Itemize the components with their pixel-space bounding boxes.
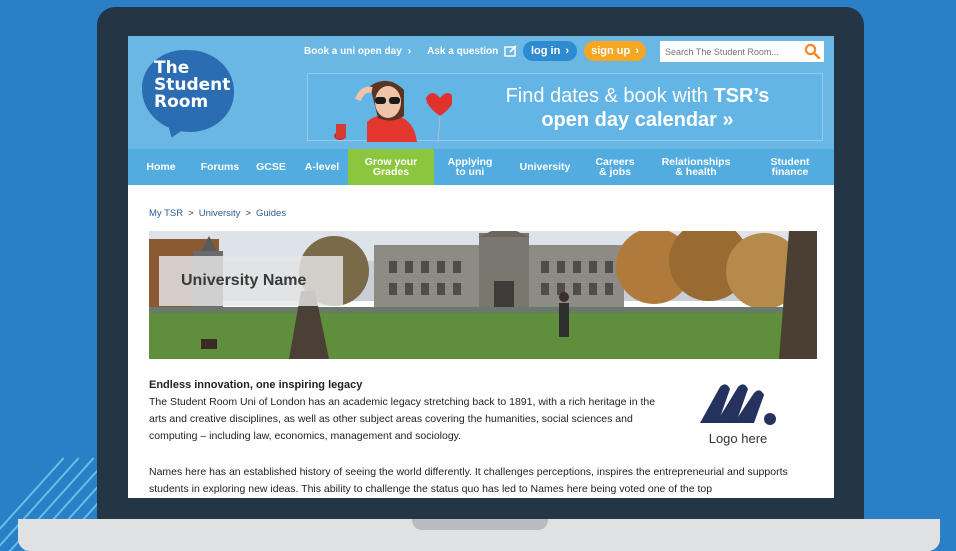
breadcrumb-my-tsr[interactable]: My TSR (149, 208, 183, 219)
edit-icon (504, 45, 517, 57)
hero-title: University Name (159, 256, 343, 306)
nav-relationships-health[interactable]: Relationships & health (646, 149, 746, 185)
nav-applying-to-uni[interactable]: Applying to uni (434, 149, 506, 185)
site-logo[interactable]: The Student Room (154, 60, 230, 111)
breadcrumb-separator: > (245, 208, 251, 219)
university-logo: Logo here (698, 381, 788, 451)
search-input[interactable] (665, 46, 803, 57)
login-button[interactable]: log in › (523, 41, 577, 61)
breadcrumb: My TSR > University > Guides (149, 208, 286, 219)
section-heading: Endless innovation, one inspiring legacy (149, 379, 363, 391)
nav-forums[interactable]: Forums (194, 149, 246, 185)
banner-line-1: Find dates & book with (505, 85, 714, 107)
banner-illustration (334, 80, 452, 142)
nav-university[interactable]: University (506, 149, 584, 185)
banner-brand: TSR’s (713, 85, 770, 107)
nav-grow-your-grades[interactable]: Grow your Grades (348, 149, 434, 185)
second-paragraph: Names here has an established history of… (149, 466, 788, 495)
chevron-right-icon: › (407, 45, 412, 57)
ask-question-label: Ask a question (427, 45, 499, 57)
search-icon[interactable] (804, 43, 820, 59)
breadcrumb-guides[interactable]: Guides (256, 208, 286, 219)
nav-gcse[interactable]: GCSE (246, 149, 296, 185)
breadcrumb-university[interactable]: University (199, 208, 241, 219)
nav-careers-jobs[interactable]: Careers & jobs (584, 149, 646, 185)
banner-line-2: open day calendar » (541, 109, 734, 131)
breadcrumb-separator: > (188, 208, 194, 219)
logo-line-3: Room (154, 92, 209, 112)
top-links: Book a uni open day › Ask a question (304, 45, 518, 57)
ask-question-link[interactable]: Ask a question (427, 45, 518, 57)
login-label: log in (531, 45, 561, 57)
hero-image: University Name (149, 231, 817, 359)
main-nav: Home Forums GCSE A-level Grow your Grade… (128, 149, 834, 185)
browser-screen: The Student Room Book a uni open day › A… (128, 36, 834, 498)
intro-paragraph: The Student Room Uni of London has an ac… (149, 396, 656, 442)
intro-section: Endless innovation, one inspiring legacy… (149, 377, 669, 445)
open-day-banner[interactable]: Find dates & book with TSR’s open day ca… (307, 73, 823, 142)
open-day-label: Book a uni open day (304, 45, 402, 57)
site-header: The Student Room Book a uni open day › A… (128, 36, 834, 149)
signup-button[interactable]: sign up › (584, 41, 646, 61)
chevron-right-icon: › (565, 45, 569, 57)
open-day-link[interactable]: Book a uni open day › (304, 46, 411, 57)
banner-text: Find dates & book with TSR’s open day ca… (460, 84, 815, 132)
signup-label: sign up (591, 45, 631, 57)
nav-home[interactable]: Home (128, 149, 194, 185)
chevron-right-icon: › (635, 45, 639, 57)
logo-label: Logo here (708, 431, 768, 446)
laptop-notch (412, 519, 548, 530)
search-box (660, 41, 824, 62)
nav-a-level[interactable]: A-level (296, 149, 348, 185)
nav-student-finance[interactable]: Student finance (746, 149, 834, 185)
logo-mark-icon (700, 384, 776, 425)
